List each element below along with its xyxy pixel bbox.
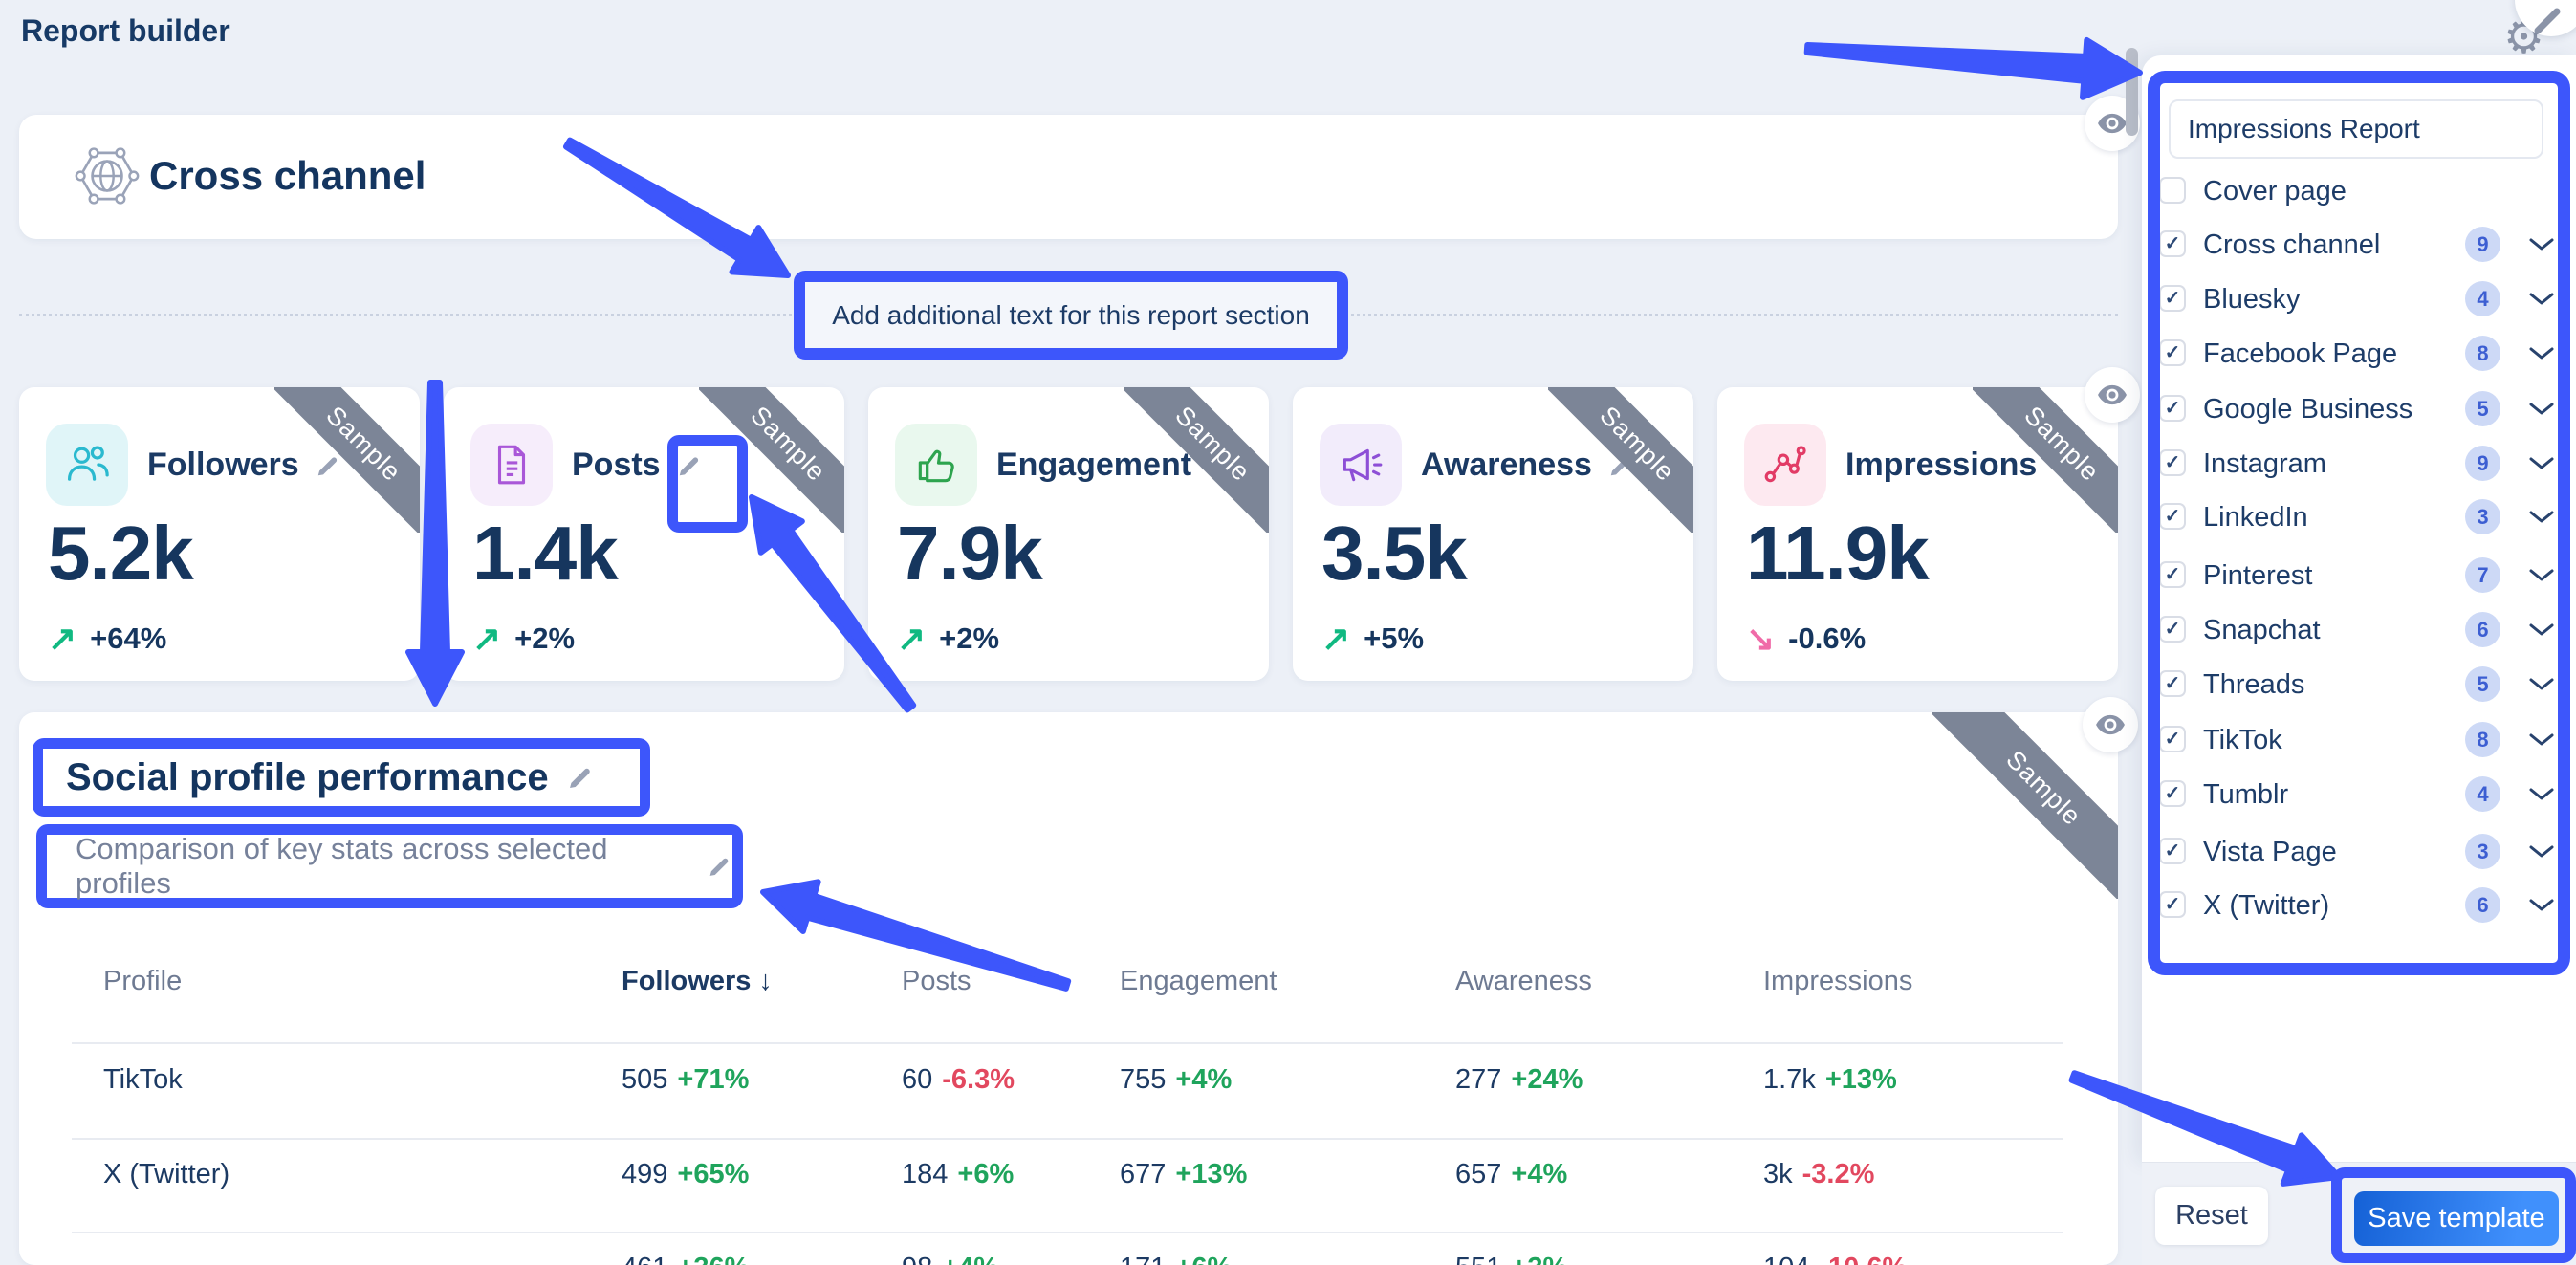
cell-profile: TikTok [103,1064,183,1096]
section-subtitle-annotation-box: Comparison of key stats across selected … [36,824,743,908]
sample-ribbon: Sample [1548,387,1693,533]
cross-channel-section: Cross channel [19,115,2118,239]
column-header-awareness[interactable]: Awareness [1455,966,1592,997]
column-header-profile[interactable]: Profile [103,966,182,997]
table-row: X (Twitter) 499+65% 184+6% 677+13% 657+4… [19,1159,2118,1197]
stat-delta: +2% [939,622,999,656]
column-header-engagement[interactable]: Engagement [1120,966,1277,997]
stat-card-awareness: Awareness 3.5k ↗+5% Sample [1293,387,1693,681]
stat-card-impressions: Impressions 11.9k ↘-0.6% Sample [1717,387,2118,681]
trend-up-icon: ↗ [897,619,926,659]
stat-value: 1.4k [472,510,618,598]
scrollbar-thumb[interactable] [2126,48,2138,136]
report-builder-app: Report builder ⚙ Cross channel Add addit… [0,0,2576,1265]
awareness-icon-tile [1320,424,1402,506]
eye-toggle-button[interactable] [2085,367,2140,423]
network-globe-icon [75,143,140,208]
stat-card-posts: Posts 1.4k ↗+2% Sample [444,387,844,681]
stat-value: 5.2k [48,510,193,598]
table-divider [72,1042,2063,1044]
sort-down-icon: ↓ [758,966,773,996]
stat-delta: +64% [90,622,166,656]
pencil-annotation-box [667,435,748,533]
stat-delta: -0.6% [1788,622,1866,656]
sample-ribbon: Sample [274,387,420,533]
add-text-annotation-box: Add additional text for this report sect… [794,271,1348,360]
sidebar-annotation-box [2148,71,2570,975]
stat-card-engagement: Engagement 7.9k ↗+2% Sample [868,387,1269,681]
followers-icon [62,440,112,490]
share-nodes-icon [1761,441,1809,489]
table-divider [72,1138,2063,1140]
stat-value: 11.9k [1746,510,1929,598]
stat-label: Posts [572,447,661,484]
section-title-annotation-box: Social profile performance [33,738,650,817]
thumbs-up-icon [912,441,960,489]
stat-delta: +5% [1364,622,1424,656]
edit-pencil-icon[interactable] [566,763,595,792]
eye-toggle-button[interactable] [2083,697,2138,752]
megaphone-icon [1337,441,1385,489]
posts-icon-tile [470,424,553,506]
stat-delta: +2% [514,622,575,656]
trend-up-icon: ↗ [472,619,501,659]
stat-value: 3.5k [1321,510,1467,598]
trend-up-icon: ↗ [1321,619,1350,659]
sample-ribbon: Sample [1124,387,1269,533]
column-header-followers[interactable]: Followers ↓ [622,966,773,997]
table-row: TikTok 505+71% 60-6.3% 755+4% 277+24% 1.… [19,1064,2118,1102]
page-title: Report builder [21,13,230,49]
add-text-button[interactable]: Add additional text for this report sect… [805,282,1337,348]
eye-icon [2097,112,2128,135]
eye-icon [2095,713,2126,736]
save-template-button[interactable]: Save template [2354,1191,2559,1246]
table-divider [72,1232,2063,1233]
stat-value: 7.9k [897,510,1042,598]
followers-icon-tile [46,424,128,506]
edit-pencil-icon[interactable] [707,853,732,880]
editable-section-title[interactable]: Social profile performance [43,749,640,806]
column-header-impressions[interactable]: Impressions [1763,966,1912,997]
section-title: Cross channel [149,153,426,199]
impressions-icon-tile [1744,424,1826,506]
posts-icon [488,441,535,489]
engagement-icon-tile [895,424,977,506]
reset-button[interactable]: Reset [2155,1187,2268,1245]
tool-icon [2532,6,2570,34]
eye-icon [2097,383,2128,406]
trend-down-icon: ↘ [1746,619,1775,659]
stat-card-followers: Followers 5.2k ↗+64% Sample [19,387,420,681]
cell-profile: X (Twitter) [103,1159,229,1190]
editable-section-subtitle[interactable]: Comparison of key stats across selected … [47,835,732,898]
trend-up-icon: ↗ [48,619,76,659]
annotation-arrow [1807,40,2140,98]
table-row: 461+36% 98+4% 171+6% 551+3% 104-10.6% [19,1253,2118,1265]
column-header-posts[interactable]: Posts [902,966,971,997]
